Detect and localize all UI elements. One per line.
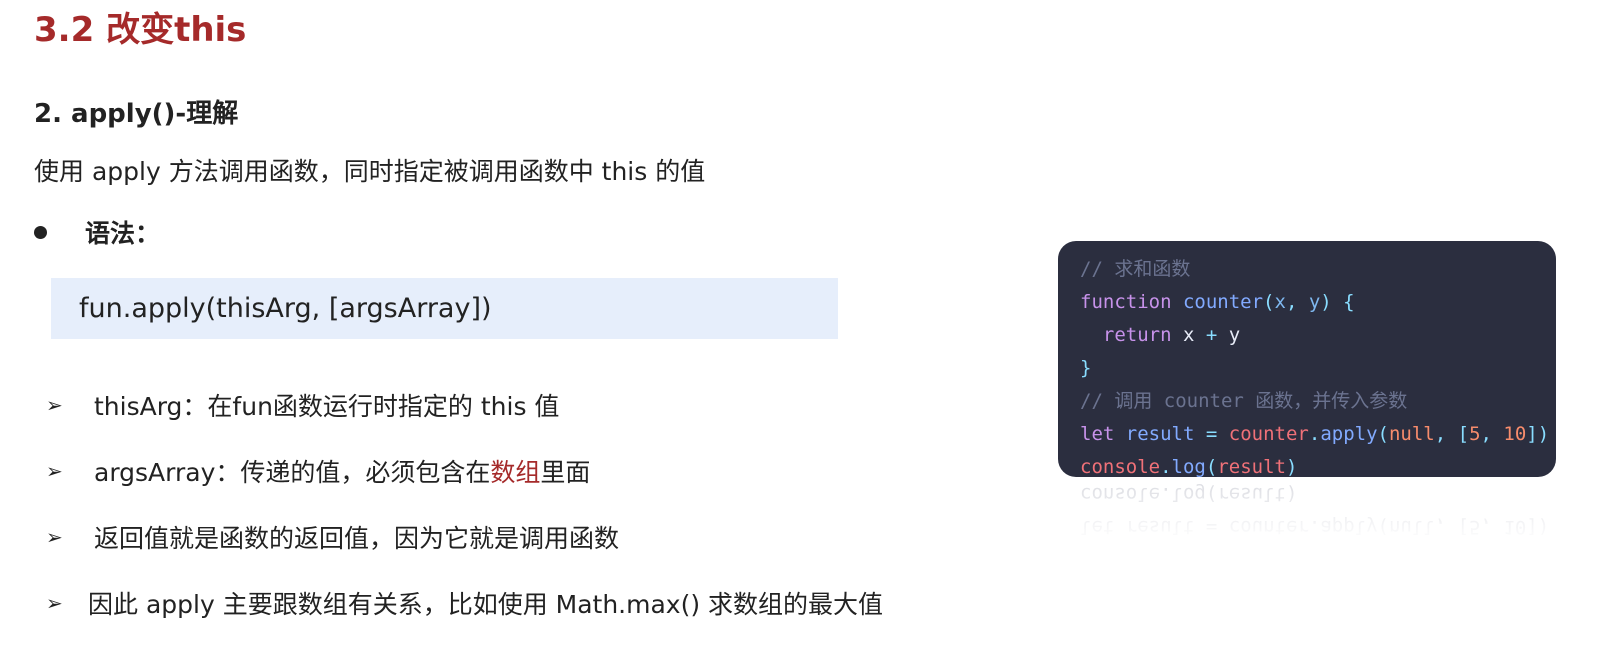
code-example: // 求和函数 function counter(x, y) { return … [1058,241,1556,477]
code-param: y [1308,291,1321,313]
code-variable: y [1228,324,1241,346]
code-line-1: // 求和函数 [1080,253,1556,286]
code-line-4: } [1080,352,1556,385]
code-method: apply [1320,423,1378,445]
point-thisarg: ➢ thisArg：在fun函数运行时指定的 this 值 [46,385,559,425]
code-reflection-line: let result = counter.apply(null, [5, 10]… [1080,516,1550,538]
syntax-bullet: 语法： [34,214,160,250]
point-math-max: ➢ 因此 apply 主要跟数组有关系，比如使用 Math.max() 求数组的… [46,583,883,623]
code-function-ref: counter [1228,423,1309,445]
arrow-bullet-icon: ➢ [46,525,63,549]
code-object: console [1080,456,1161,477]
arrow-bullet-icon: ➢ [46,459,63,483]
syntax-box: fun.apply(thisArg, [argsArray]) [51,278,838,339]
code-reflection: let result = counter.apply(null, [5, 10]… [1058,477,1556,543]
code-method: apply [1320,516,1378,538]
point-return-value: ➢ 返回值就是函数的返回值，因为它就是调用函数 [46,517,619,557]
point-text: thisArg：在fun函数运行时指定的 this 值 [94,392,560,421]
code-operator: = [1205,516,1218,538]
arrow-bullet-icon: ➢ [46,393,63,417]
syntax-code: fun.apply(thisArg, [argsArray]) [79,293,492,324]
code-object: console [1080,483,1161,505]
code-variable: result [1217,456,1286,477]
code-keyword: let [1080,516,1115,538]
point-highlight: 数组 [490,458,541,487]
point-text-before: argsArray：传递的值，必须包含在 [94,458,491,487]
code-brace: } [1080,357,1092,379]
code-variable: result [1125,423,1195,445]
code-reflection-line: console.log(result) [1080,483,1298,505]
point-argsarray: ➢ argsArray：传递的值，必须包含在 数组 里面 [46,451,590,491]
code-number: 5 [1469,516,1481,538]
intro-text: 使用 apply 方法调用函数，同时指定被调用函数中 this 的值 [34,157,706,186]
code-keyword: return [1102,324,1172,346]
code-function-name: counter [1182,291,1264,313]
code-function-ref: counter [1228,516,1309,538]
code-operator: + [1205,324,1218,346]
code-line-6: let result = counter.apply(null, [5, 10]… [1080,423,1550,445]
syntax-label: 语法： [85,219,161,248]
code-variable: x [1182,324,1195,346]
code-line-5: // 调用 counter 函数，并传入参数 [1080,385,1556,418]
code-method: log [1171,483,1206,505]
arrow-bullet-icon: ➢ [46,591,63,615]
code-variable: result [1217,483,1286,505]
code-number: 10 [1503,423,1527,445]
code-method: log [1171,456,1206,477]
code-number: 5 [1469,423,1481,445]
bullet-dot-icon [34,225,47,239]
code-literal: null [1388,423,1435,445]
slide-title: 3.2 改变this [34,10,247,50]
code-variable: result [1125,516,1195,538]
code-number: 10 [1503,516,1527,538]
section-heading: 2. apply()-理解 [34,99,239,129]
code-comment: // 调用 counter 函数，并传入参数 [1080,390,1408,412]
code-comment: // 求和函数 [1080,258,1191,280]
code-line-3: return x + y [1080,319,1556,352]
code-line-7: console.log(result) [1080,456,1298,477]
point-text: 因此 apply 主要跟数组有关系，比如使用 Math.max() 求数组的最大… [88,590,884,619]
code-keyword: function [1080,291,1172,313]
code-line-2: function counter(x, y) { [1080,291,1355,313]
code-literal: null [1388,516,1435,538]
point-text: 返回值就是函数的返回值，因为它就是调用函数 [94,524,620,553]
code-reflection-lines: let result = counter.apply(null, [5, 10]… [1080,477,1549,543]
point-text-after: 里面 [540,458,591,487]
code-param: x [1274,291,1286,313]
code-operator: = [1205,423,1218,445]
code-keyword: let [1080,423,1115,445]
